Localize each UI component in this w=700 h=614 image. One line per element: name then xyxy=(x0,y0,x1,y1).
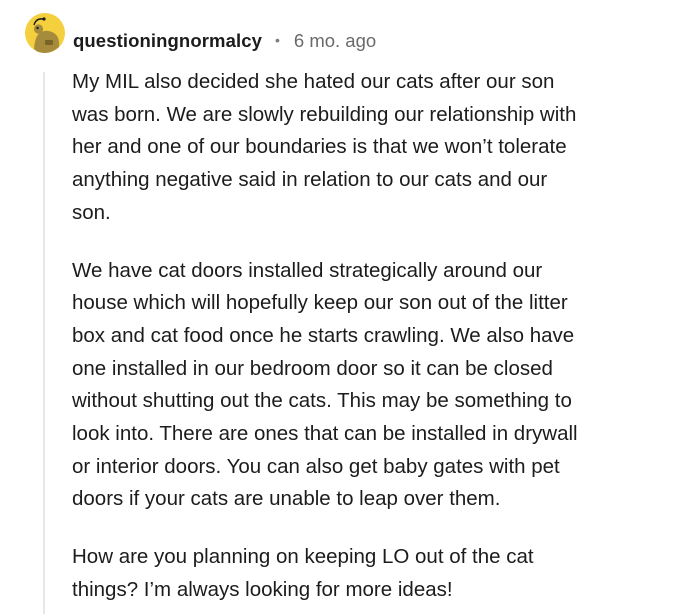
comment-line: one installed in our bedroom door so it … xyxy=(72,356,553,380)
comment-line: look into. There are ones that can be in… xyxy=(72,422,578,446)
comment-line: We have cat doors installed strategicall… xyxy=(72,258,543,282)
user-avatar[interactable] xyxy=(25,13,65,53)
comment-header: questioningnormalcy • 6 mo. ago xyxy=(73,27,376,55)
comment-timestamp[interactable]: 6 mo. ago xyxy=(294,30,376,52)
comment-paragraph: My MIL also decided she hated our cats a… xyxy=(72,66,672,230)
comment-line: doors if your cats are unable to leap ov… xyxy=(72,487,501,511)
comment-line: was born. We are slowly rebuilding our r… xyxy=(72,102,577,126)
username-link[interactable]: questioningnormalcy xyxy=(73,30,262,52)
comment-line: box and cat food once he starts crawling… xyxy=(72,323,575,347)
comment-line: son. xyxy=(72,200,111,224)
comment-line: things? I’m always looking for more idea… xyxy=(72,577,453,601)
comment-paragraph: How are you planning on keeping LO out o… xyxy=(72,541,672,606)
snoo-avatar-icon xyxy=(25,13,65,53)
comment-paragraph: We have cat doors installed strategicall… xyxy=(72,255,672,517)
comment-line: or interior doors. You can also get baby… xyxy=(72,454,560,478)
comment-line: house which will hopefully keep our son … xyxy=(72,291,568,315)
meta-separator: • xyxy=(274,32,280,48)
comment-line: anything negative said in relation to ou… xyxy=(72,168,548,192)
comment-line: My MIL also decided she hated our cats a… xyxy=(72,70,555,93)
comment-body: My MIL also decided she hated our cats a… xyxy=(72,66,672,607)
comment-line: her and one of our boundaries is that we… xyxy=(72,135,567,159)
comment-line: How are you planning on keeping LO out o… xyxy=(72,545,534,569)
thread-line[interactable] xyxy=(43,72,45,614)
comment-line: without shutting out the cats. This may … xyxy=(72,389,572,413)
